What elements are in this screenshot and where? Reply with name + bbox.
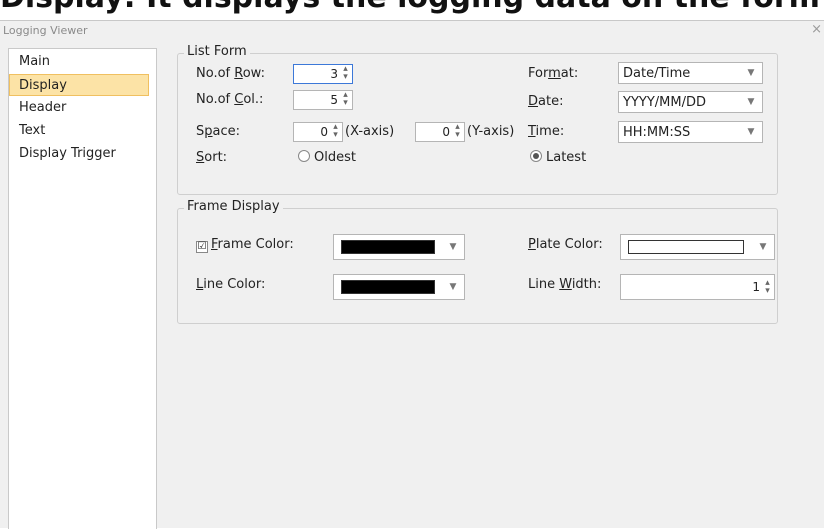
sort-oldest-radio[interactable]: Oldest [298,150,356,165]
space-x-suffix: (X-axis) [345,124,395,139]
spin-arrows-icon[interactable]: ▴ ▾ [763,279,772,296]
space-y-spinner[interactable]: 0 ▴ ▾ [415,122,465,142]
format-select[interactable]: Date/Time ▼ [618,62,763,84]
sort-label: Sort: [196,150,228,165]
spin-arrows-icon[interactable]: ▴ ▾ [341,91,350,108]
sort-latest-radio[interactable]: Latest [530,150,586,165]
frame-display-title: Frame Display [184,199,283,214]
spin-arrows-icon[interactable]: ▴ ▾ [341,65,350,82]
date-label: Date: [528,94,564,109]
logging-viewer-dialog: Logging Viewer × Main Display Header Tex… [0,20,824,529]
sidebar-item-header[interactable]: Header [10,97,150,119]
space-x-spinner[interactable]: 0 ▴ ▾ [293,122,343,142]
space-y-value: 0 [442,125,450,139]
list-form-title: List Form [184,44,250,59]
radio-empty-icon [298,150,310,162]
plate-color-label: Plate Color: [528,237,603,252]
frame-color-picker[interactable]: ▼ [333,234,465,260]
radio-selected-icon [530,150,542,162]
line-color-picker[interactable]: ▼ [333,274,465,300]
frame-color-checkbox[interactable]: ☑ Frame Color: [196,237,294,253]
line-width-spinner[interactable]: 1 ▴ ▾ [620,274,775,300]
spin-arrows-icon[interactable]: ▴ ▾ [331,123,340,140]
date-value: YYYY/MM/DD [623,95,706,110]
list-form-group: List Form No.of Row: 3 ▴ ▾ No.of Col.: 5 … [177,44,778,195]
close-icon[interactable]: × [811,22,822,37]
chevron-down-icon[interactable]: ▼ [442,275,464,295]
line-width-label: Line Width: [528,277,602,292]
sidebar-item-display-trigger[interactable]: Display Trigger [10,143,150,165]
space-y-suffix: (Y-axis) [467,124,515,139]
chevron-down-icon[interactable]: ▼ [740,63,762,83]
checkbox-checked-icon: ☑ [196,241,208,253]
background-heading: Display: It displays the logging data on… [0,0,824,15]
rows-label: No.of Row: [196,66,265,81]
cols-label: No.of Col.: [196,92,264,107]
frame-color-swatch [341,240,435,254]
spin-arrows-icon[interactable]: ▴ ▾ [453,123,462,140]
chevron-down-icon[interactable]: ▼ [740,122,762,142]
window-title: Logging Viewer [3,24,88,37]
line-color-swatch [341,280,435,294]
rows-spinner[interactable]: 3 ▴ ▾ [293,64,353,84]
format-label: Format: [528,66,579,81]
rows-value: 3 [330,67,338,81]
chevron-down-icon[interactable]: ▼ [752,235,774,255]
line-width-value: 1 [752,280,760,294]
frame-display-group: Frame Display ☑ Frame Color: ▼ Line Color… [177,199,778,324]
chevron-down-icon[interactable]: ▼ [442,235,464,255]
plate-color-swatch [628,240,744,254]
sidebar-item-display[interactable]: Display [9,74,149,96]
plate-color-picker[interactable]: ▼ [620,234,775,260]
category-list: Main Display Header Text Display Trigger [8,48,157,529]
time-value: HH:MM:SS [623,125,691,140]
space-x-value: 0 [320,125,328,139]
date-select[interactable]: YYYY/MM/DD ▼ [618,91,763,113]
format-value: Date/Time [623,66,691,81]
cols-value: 5 [330,93,338,107]
sidebar-item-text[interactable]: Text [10,120,150,142]
cols-spinner[interactable]: 5 ▴ ▾ [293,90,353,110]
chevron-down-icon[interactable]: ▼ [740,92,762,112]
time-select[interactable]: HH:MM:SS ▼ [618,121,763,143]
time-label: Time: [528,124,565,139]
space-label: Space: [196,124,241,139]
sidebar-item-main[interactable]: Main [10,51,150,73]
title-bar: Logging Viewer × [0,21,824,41]
line-color-label: Line Color: [196,277,266,292]
